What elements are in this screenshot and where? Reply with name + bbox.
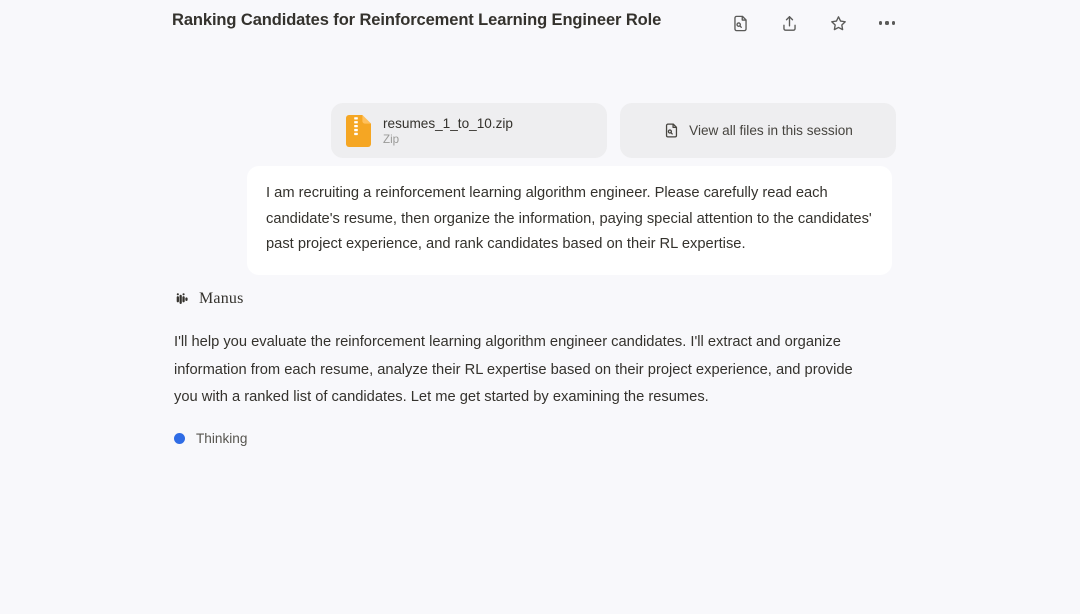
header-actions xyxy=(726,9,901,37)
assistant-brand-name: Manus xyxy=(199,290,244,307)
chat-page: Ranking Candidates for Reinforcement Lea… xyxy=(0,0,1080,614)
file-meta: resumes_1_to_10.zip Zip xyxy=(383,115,513,147)
zip-file-icon xyxy=(346,114,371,147)
attachment-row: resumes_1_to_10.zip Zip View all files i… xyxy=(331,103,896,158)
page-title: Ranking Candidates for Reinforcement Lea… xyxy=(172,11,662,29)
more-dots xyxy=(879,21,895,25)
manus-logo-icon xyxy=(176,292,188,304)
view-all-files-button[interactable]: View all files in this session xyxy=(620,103,896,158)
user-message-bubble: I am recruiting a reinforcement learning… xyxy=(247,166,892,275)
file-search-icon xyxy=(666,123,678,138)
assistant-brand: Manus xyxy=(174,286,874,312)
file-attachment-card[interactable]: resumes_1_to_10.zip Zip xyxy=(331,103,607,158)
file-name: resumes_1_to_10.zip xyxy=(383,115,513,131)
file-type: Zip xyxy=(383,132,400,146)
assistant-message-text: I'll help you evaluate the reinforcement… xyxy=(174,334,853,405)
share-icon[interactable] xyxy=(775,9,803,37)
star-icon[interactable] xyxy=(824,9,852,37)
assistant-message: Manus I'll help you evaluate the reinfor… xyxy=(174,286,874,449)
header-bar: Ranking Candidates for Reinforcement Lea… xyxy=(0,0,1080,48)
thinking-status[interactable]: Thinking xyxy=(174,429,874,449)
status-dot-icon xyxy=(174,433,185,444)
thinking-status-label: Thinking xyxy=(196,431,248,446)
more-options-icon[interactable] xyxy=(873,9,901,37)
view-all-files-label: View all files in this session xyxy=(689,123,853,138)
file-search-icon[interactable] xyxy=(726,9,754,37)
user-message-text: I am recruiting a reinforcement learning… xyxy=(266,185,872,252)
